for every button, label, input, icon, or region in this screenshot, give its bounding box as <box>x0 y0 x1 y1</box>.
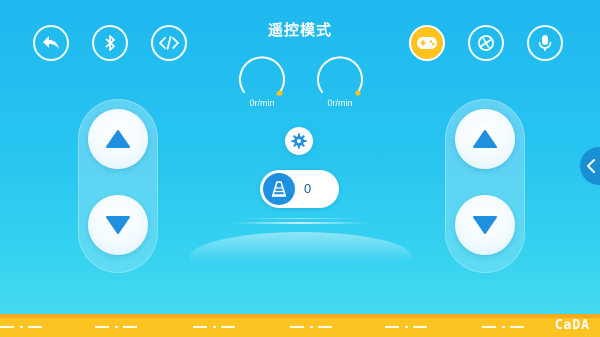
right-direction-pad <box>445 99 525 273</box>
road-dash <box>193 326 207 328</box>
voice-mode-button[interactable] <box>527 25 563 61</box>
road-dash <box>0 326 14 328</box>
road-dash <box>385 326 399 328</box>
horizon-glow <box>190 232 412 262</box>
road-dash <box>20 326 23 328</box>
road-dash <box>123 326 137 328</box>
side-drawer-tab[interactable] <box>580 147 600 185</box>
right-speed-readout: 0r/min <box>327 98 353 108</box>
gauge-arc <box>317 56 363 96</box>
chevron-left-icon <box>587 159 595 173</box>
road-dash <box>115 326 118 328</box>
microphone-icon <box>538 35 552 51</box>
left-motor-gauge: 0r/min <box>236 52 288 110</box>
triangle-up-icon <box>473 130 497 148</box>
gamepad-mode-button[interactable] <box>409 25 445 61</box>
right-motor-gauge: 0r/min <box>314 52 366 110</box>
speed-cone-icon <box>272 181 286 197</box>
road-dash <box>28 326 42 328</box>
road-dash <box>318 326 332 328</box>
bottom-bar-stripe <box>0 314 600 318</box>
gyroscope-icon <box>478 35 494 51</box>
horizon-line <box>230 222 370 224</box>
road-dash <box>413 326 427 328</box>
gamepad-icon <box>417 37 437 49</box>
toggle-knob[interactable] <box>263 173 295 205</box>
left-direction-pad <box>78 99 158 273</box>
left-backward-button[interactable] <box>88 195 148 255</box>
brand-logo: CaDA <box>554 318 590 333</box>
speed-value: 0 <box>304 181 312 196</box>
gauge-arc <box>239 56 285 96</box>
road-dash <box>482 326 496 328</box>
left-forward-button[interactable] <box>88 109 148 169</box>
triangle-down-icon <box>106 216 130 234</box>
road-dash <box>310 326 313 328</box>
settings-button[interactable] <box>285 127 313 155</box>
road-dash <box>95 326 109 328</box>
road-dash <box>510 326 524 328</box>
road-dash <box>502 326 505 328</box>
right-backward-button[interactable] <box>455 195 515 255</box>
remote-control-screen: 遥控模式 0r/min 0r/min 0 CaDA <box>0 0 600 337</box>
bottom-road-bar <box>0 314 600 337</box>
horizon-line <box>235 218 365 219</box>
triangle-down-icon <box>473 216 497 234</box>
gear-icon <box>291 133 307 149</box>
speed-toggle[interactable]: 0 <box>260 170 339 208</box>
road-dash <box>221 326 235 328</box>
left-speed-readout: 0r/min <box>249 98 275 108</box>
road-dash <box>405 326 408 328</box>
gyroscope-mode-button[interactable] <box>468 25 504 61</box>
road-dash <box>213 326 216 328</box>
road-dash <box>290 326 304 328</box>
right-forward-button[interactable] <box>455 109 515 169</box>
page-title: 遥控模式 <box>267 22 332 39</box>
triangle-up-icon <box>106 130 130 148</box>
